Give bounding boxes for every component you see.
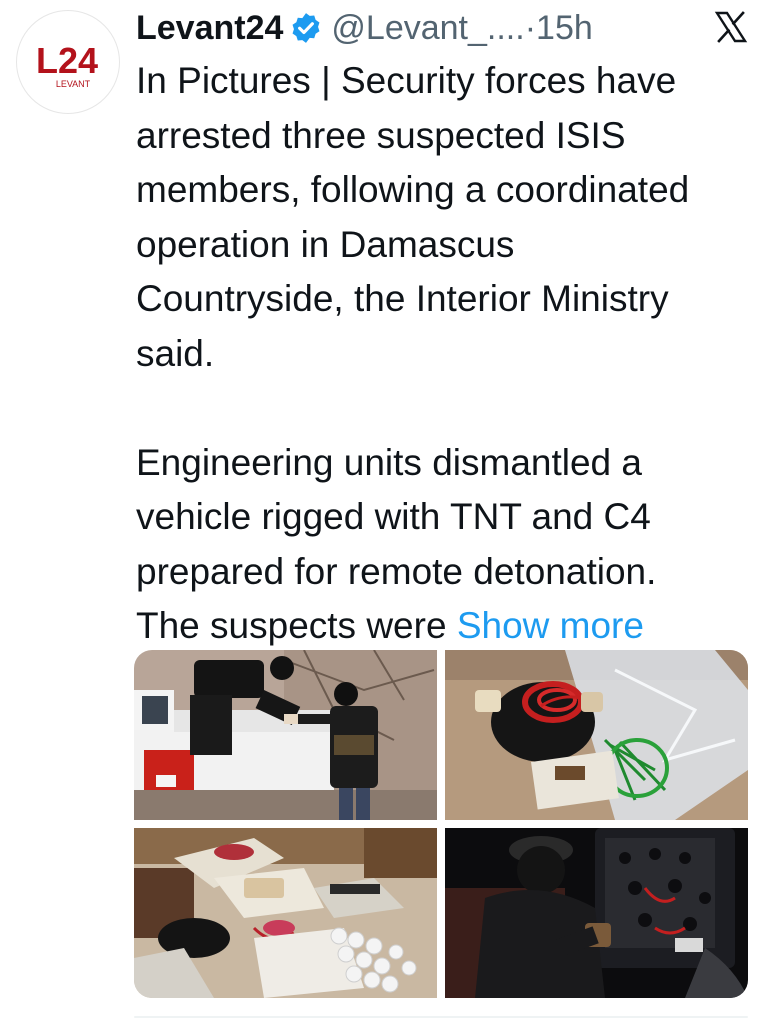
tweet-header: Levant24 @Levant_.... · 15h xyxy=(136,4,750,52)
display-name[interactable]: Levant24 xyxy=(136,9,283,48)
logo-subtitle: LEVANT xyxy=(56,79,91,89)
account-handle[interactable]: @Levant_.... xyxy=(331,9,524,48)
show-more-link[interactable]: Show more xyxy=(457,605,644,646)
levant24-logo: L24 LEVANT xyxy=(36,40,98,89)
tweet-text: In Pictures | Security forces have arres… xyxy=(136,54,746,654)
logo-mark: L24 xyxy=(36,40,98,81)
tweet-body: In Pictures | Security forces have arres… xyxy=(136,60,690,646)
photo-seized-explosives-on-floor[interactable] xyxy=(134,828,437,998)
account-avatar[interactable]: L24 LEVANT xyxy=(16,10,120,114)
media-grid xyxy=(134,650,748,998)
separator-dot: · xyxy=(524,8,537,47)
verified-badge-icon xyxy=(289,11,323,45)
post-timestamp[interactable]: 15h xyxy=(536,9,593,48)
divider xyxy=(134,1016,748,1018)
photo-arrest-at-pickup-truck[interactable] xyxy=(134,650,437,820)
photo-seized-wires-and-bags[interactable] xyxy=(445,650,748,820)
photo-officer-inspecting-vehicle-door[interactable] xyxy=(445,828,748,998)
x-logo-icon xyxy=(714,10,748,44)
